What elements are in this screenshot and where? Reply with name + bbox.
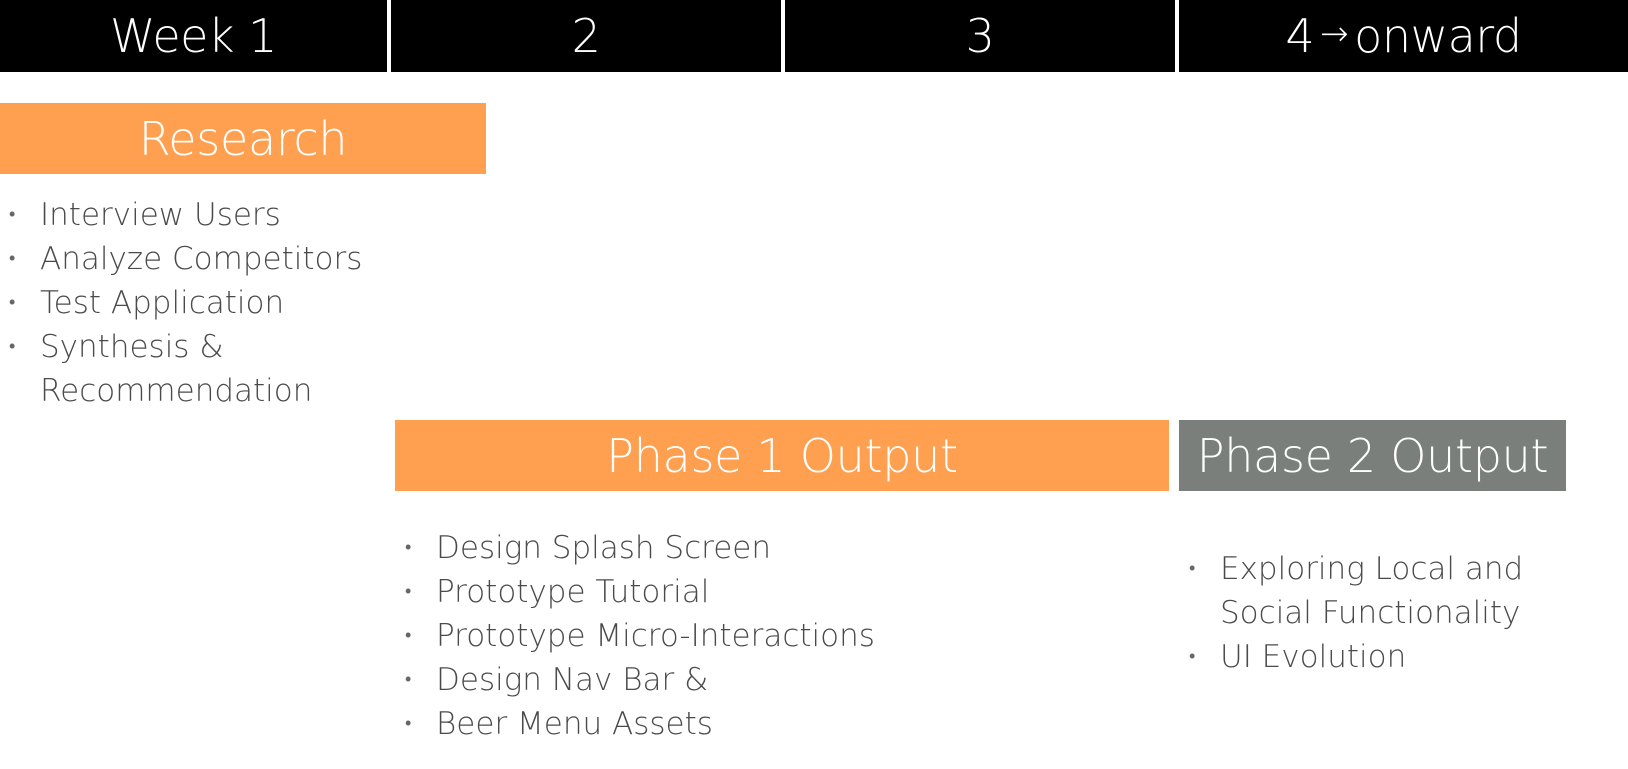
week-2-label: 2 — [571, 9, 601, 63]
week-1-header: Week 1 — [0, 0, 387, 72]
week-1-label: Week 1 — [110, 9, 277, 63]
phase-2-title: Phase 2 Output — [1196, 428, 1549, 483]
phase-2-task: UI Evolution — [1189, 635, 1523, 679]
phase-1-task: Beer Menu Assets — [405, 702, 875, 746]
phase-1-bar: Phase 1 Output — [395, 420, 1169, 491]
phase-1-task: Design Nav Bar & — [405, 658, 875, 702]
week-4-number: 4 — [1285, 9, 1315, 63]
research-task: Analyze Competitors — [9, 237, 362, 281]
research-task-list: Interview Users Analyze Competitors Test… — [9, 193, 362, 413]
arrow-right-icon: → — [1320, 14, 1349, 54]
week-3-label: 3 — [965, 9, 995, 63]
phase-2-task-list: Exploring Local and Social Functionality… — [1189, 547, 1523, 679]
week-3-header: 3 — [785, 0, 1175, 72]
week-4-onward: onward — [1354, 9, 1522, 63]
phase-1-task: Prototype Micro-Interactions — [405, 614, 875, 658]
phase-1-task-list: Design Splash Screen Prototype Tutorial … — [405, 526, 875, 746]
research-task: Test Application — [9, 281, 362, 325]
week-4-header: 4 → onward — [1179, 0, 1628, 72]
research-bar: Research — [0, 103, 486, 174]
phase-1-title: Phase 1 Output — [606, 428, 958, 483]
phase-1-task: Prototype Tutorial — [405, 570, 875, 614]
phase-1-task: Design Splash Screen — [405, 526, 875, 570]
phase-2-bar: Phase 2 Output — [1179, 420, 1566, 491]
phase-2-task: Exploring Local and — [1189, 547, 1523, 591]
research-task: Interview Users — [9, 193, 362, 237]
research-task-continued: Recommendation — [40, 373, 313, 409]
phase-2-task-continued: Social Functionality — [1220, 595, 1521, 631]
research-title: Research — [138, 111, 348, 166]
research-task: Synthesis & — [9, 325, 362, 369]
week-2-header: 2 — [391, 0, 781, 72]
